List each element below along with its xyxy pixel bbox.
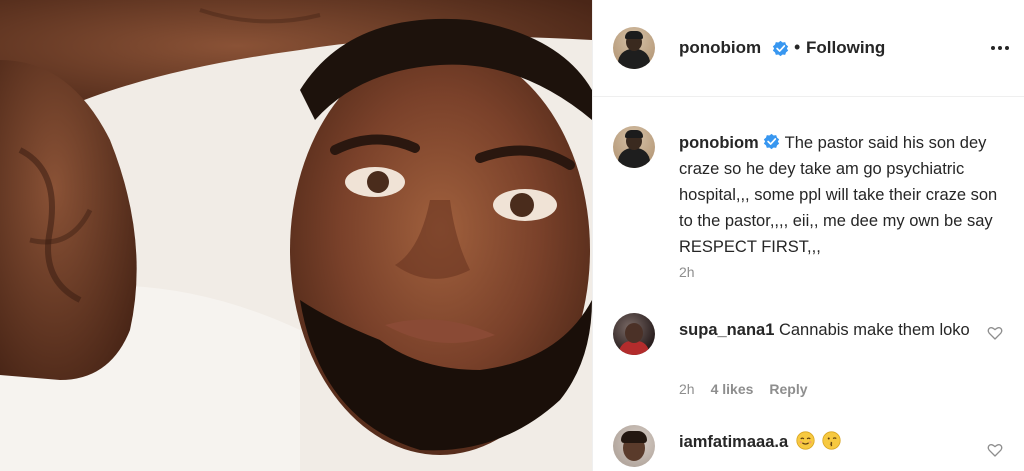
commenter-avatar[interactable] (613, 425, 655, 467)
header-separator: • (794, 37, 801, 57)
comment-timestamp[interactable]: 2h (679, 381, 695, 397)
kissing-face-emoji-icon (822, 431, 841, 450)
commenter-avatar[interactable] (613, 313, 655, 355)
caption-timestamp[interactable]: 2h (679, 264, 695, 280)
comment-text-block: supa_nana1 Cannabis make them loko (679, 318, 979, 342)
selfie-image (0, 0, 592, 471)
verified-badge-icon (772, 40, 789, 57)
reply-button[interactable]: Reply (769, 381, 807, 397)
post-header: ponobiom • Following (593, 0, 1024, 97)
comment-body: Cannabis make them loko (778, 321, 970, 339)
author-username[interactable]: ponobiom (679, 38, 761, 58)
comment-likes-count[interactable]: 4 likes (711, 381, 754, 397)
more-options-icon[interactable] (991, 38, 1015, 58)
caption-author-avatar[interactable] (613, 126, 655, 168)
commenter-username[interactable]: iamfatimaaa.a (679, 433, 788, 451)
comment-meta: 2h 4 likes Reply (679, 381, 808, 397)
relieved-face-emoji-icon (796, 431, 815, 450)
like-heart-icon[interactable] (987, 325, 1003, 341)
caption-text-block: ponobiom The pastor said his son dey cra… (679, 130, 1009, 260)
caption-username[interactable]: ponobiom (679, 134, 759, 152)
commenter-username[interactable]: supa_nana1 (679, 321, 774, 339)
post-photo[interactable] (0, 0, 592, 471)
post-side-panel: ponobiom • Following ponobiom The pastor… (592, 0, 1024, 471)
verified-badge-icon (764, 133, 780, 150)
caption-body: The pastor said his son dey craze so he … (679, 134, 998, 256)
author-avatar[interactable] (613, 27, 655, 69)
comment-text-block: iamfatimaaa.a (679, 430, 979, 454)
like-heart-icon[interactable] (987, 442, 1003, 458)
following-button[interactable]: Following (806, 38, 885, 58)
